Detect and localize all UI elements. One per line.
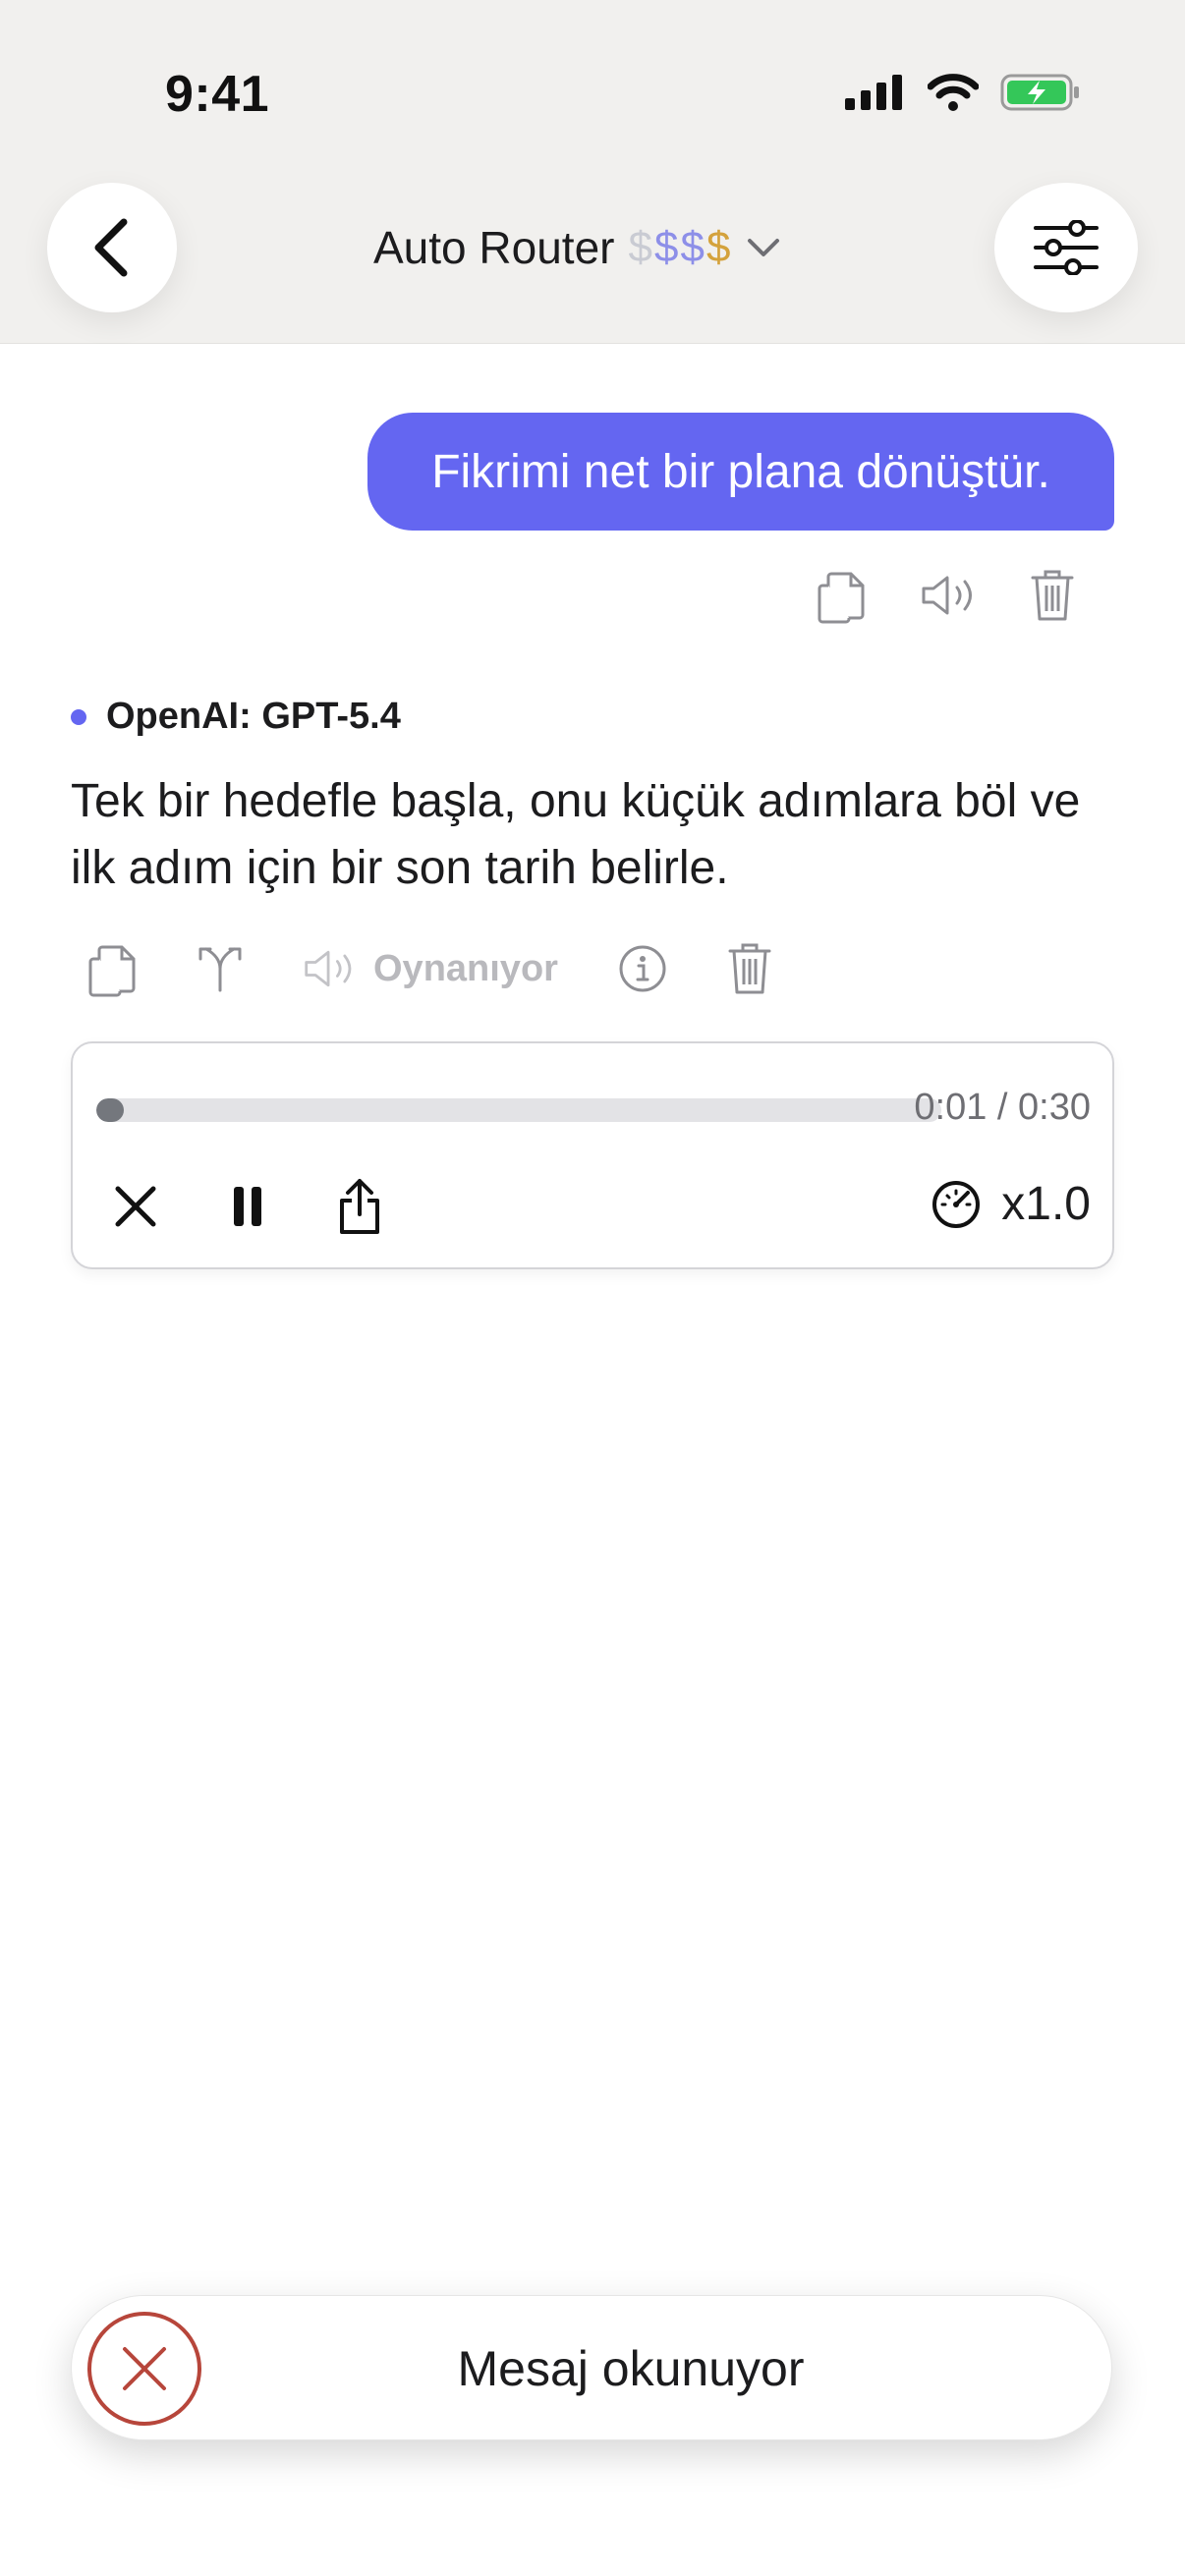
assistant-message-text: Tek bir hedefle başla, onu küçük adımlar… [71, 775, 1081, 894]
reading-status-label: Mesaj okunuyor [457, 2341, 805, 2396]
price-symbol: $ [705, 223, 733, 271]
stop-reading-button[interactable] [87, 2312, 201, 2426]
model-indicator-dot [71, 708, 86, 725]
reading-status-bar: Mesaj okunuyor [71, 2295, 1112, 2440]
battery-charging-icon [1000, 73, 1081, 112]
status-icons [845, 73, 1081, 112]
info-icon[interactable] [617, 943, 668, 994]
branch-icon[interactable] [197, 943, 244, 994]
progress-fill [96, 1098, 125, 1122]
assistant-model-label: OpenAI: GPT-5.4 [71, 696, 401, 738]
price-symbol: $ [628, 223, 654, 271]
speaker-icon[interactable] [920, 574, 977, 617]
audio-player: 0:01 / 0:30 x1.0 [71, 1041, 1114, 1269]
pause-icon[interactable] [228, 1183, 267, 1230]
sliders-icon [1034, 220, 1099, 275]
back-chevron-icon [90, 216, 134, 279]
wifi-icon [928, 73, 979, 112]
playback-speed-button[interactable]: x1.0 [931, 1177, 1091, 1231]
settings-button[interactable] [994, 183, 1138, 312]
copy-icon[interactable] [816, 566, 867, 625]
model-selector[interactable]: Auto Router $ $ $ $ [373, 216, 781, 279]
cellular-signal-icon [845, 75, 906, 110]
speaker-icon [303, 948, 356, 989]
trash-icon[interactable] [727, 941, 772, 996]
user-message-text: Fikrimi net bir plana dönüştür. [431, 445, 1050, 498]
assistant-model-name: OpenAI: GPT-5.4 [106, 696, 401, 737]
user-message-actions [816, 566, 1075, 625]
price-symbol: $ [653, 223, 681, 271]
model-selector-label: Auto Router [373, 222, 615, 273]
copy-icon[interactable] [86, 939, 138, 998]
top-bar: 9:41 Auto Router $ $ $ $ [0, 0, 1185, 344]
back-button[interactable] [47, 183, 177, 312]
playing-label: Oynanıyor [373, 947, 558, 989]
user-message-bubble: Fikrimi net bir plana dönüştür. [367, 413, 1114, 531]
assistant-message-actions: Oynanıyor [86, 939, 772, 998]
progress-track[interactable] [96, 1098, 941, 1122]
chevron-down-icon [746, 236, 781, 259]
playback-speed-label: x1.0 [1001, 1178, 1091, 1230]
close-icon[interactable] [112, 1183, 159, 1230]
close-icon [119, 2343, 170, 2394]
share-icon[interactable] [336, 1177, 383, 1236]
speedometer-icon [931, 1179, 982, 1230]
playback-time: 0:01 / 0:30 [914, 1087, 1091, 1128]
trash-icon[interactable] [1030, 568, 1075, 623]
playing-indicator[interactable]: Oynanıyor [303, 948, 558, 990]
price-tier: $ $ $ $ [628, 223, 732, 272]
player-controls [112, 1177, 383, 1236]
status-time: 9:41 [165, 66, 270, 123]
price-symbol: $ [680, 223, 706, 271]
chat-screen: 9:41 Auto Router $ $ $ $ Fikrimi net bir… [0, 0, 1185, 2576]
